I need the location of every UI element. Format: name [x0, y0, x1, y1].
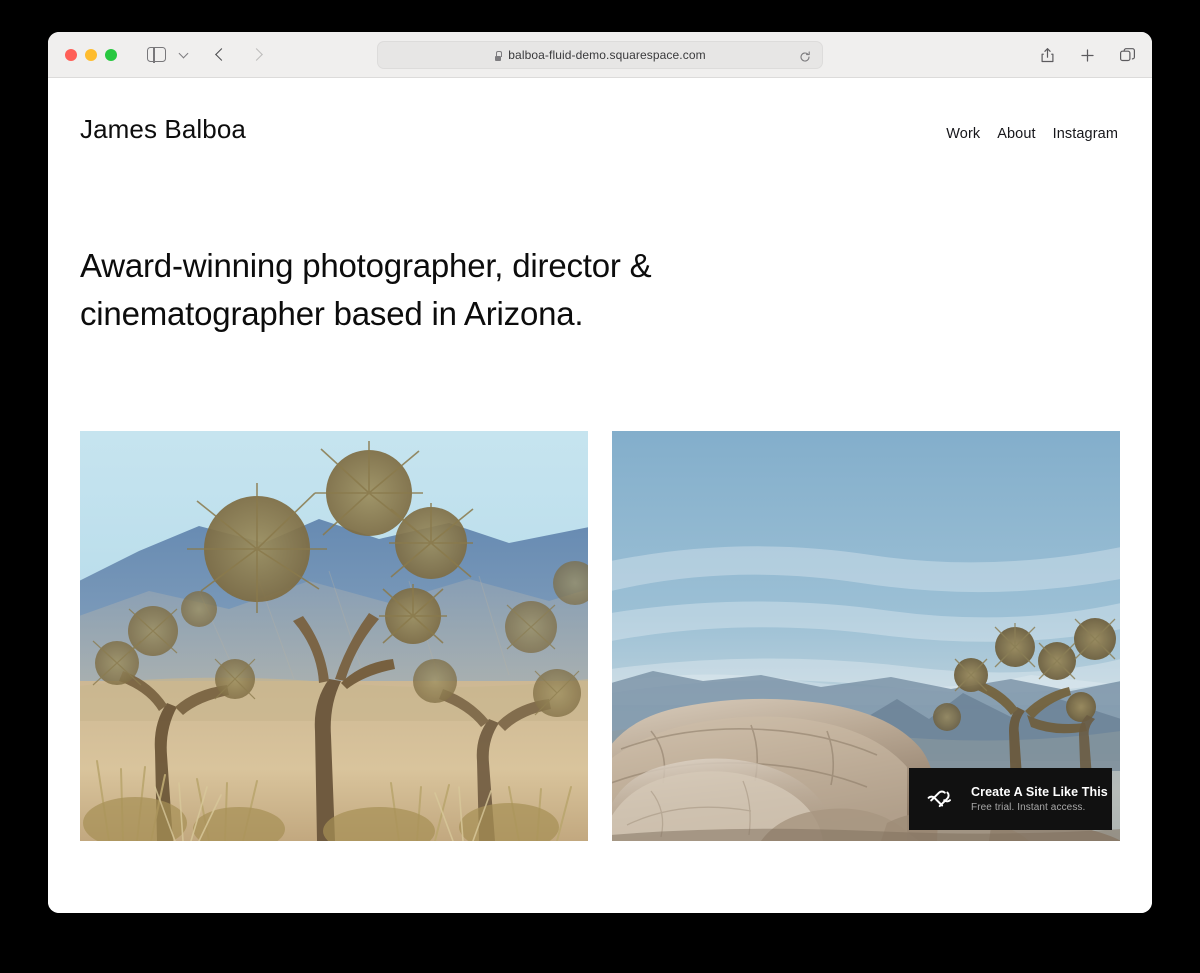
- sidebar-icon[interactable]: [147, 46, 166, 63]
- close-window-button[interactable]: [65, 48, 77, 61]
- badge-title: Create A Site Like This: [971, 785, 1108, 799]
- site-nav: Work About Instagram: [946, 126, 1118, 142]
- toolbar-actions: [1039, 32, 1136, 78]
- minimize-window-button[interactable]: [85, 48, 97, 61]
- browser-toolbar: balboa-fluid-demo.squarespace.com: [48, 32, 1152, 78]
- gallery-grid: Create A Site Like This Free trial. Inst…: [48, 431, 1152, 841]
- window-controls: [65, 48, 117, 61]
- chevron-right-icon: [250, 48, 263, 61]
- reload-icon[interactable]: [799, 50, 811, 62]
- squarespace-logo-icon: [926, 787, 956, 811]
- sidebar-controls: [117, 46, 189, 63]
- nav-link-instagram[interactable]: Instagram: [1053, 126, 1118, 142]
- web-page-content: James Balboa Work About Instagram Award-…: [48, 78, 1152, 913]
- url-text: balboa-fluid-demo.squarespace.com: [508, 48, 706, 62]
- nav-link-work[interactable]: Work: [946, 126, 980, 142]
- browser-window: balboa-fluid-demo.squarespace.com James …: [48, 32, 1152, 913]
- address-bar[interactable]: balboa-fluid-demo.squarespace.com: [377, 41, 823, 69]
- navigation-controls: [187, 48, 263, 61]
- site-title[interactable]: James Balboa: [80, 114, 246, 145]
- share-icon[interactable]: [1039, 47, 1056, 64]
- desert-boulders-photo[interactable]: Create A Site Like This Free trial. Inst…: [612, 431, 1120, 841]
- nav-link-about[interactable]: About: [997, 126, 1035, 142]
- maximize-window-button[interactable]: [105, 48, 117, 61]
- joshua-tree-desert-image: [80, 431, 588, 841]
- lock-icon: [494, 50, 503, 61]
- chevron-left-icon[interactable]: [215, 48, 228, 61]
- joshua-tree-desert-photo[interactable]: [80, 431, 588, 841]
- page-title: Award-winning photographer, director & c…: [80, 247, 652, 332]
- tab-overview-icon[interactable]: [1119, 47, 1136, 64]
- new-tab-icon[interactable]: [1079, 47, 1096, 64]
- hero-section: Award-winning photographer, director & c…: [48, 145, 1152, 338]
- badge-subtitle: Free trial. Instant access.: [971, 802, 1086, 813]
- site-header: James Balboa Work About Instagram: [48, 78, 1152, 145]
- badge-text: Create A Site Like This Free trial. Inst…: [971, 785, 1108, 813]
- squarespace-promo-badge[interactable]: Create A Site Like This Free trial. Inst…: [909, 768, 1112, 830]
